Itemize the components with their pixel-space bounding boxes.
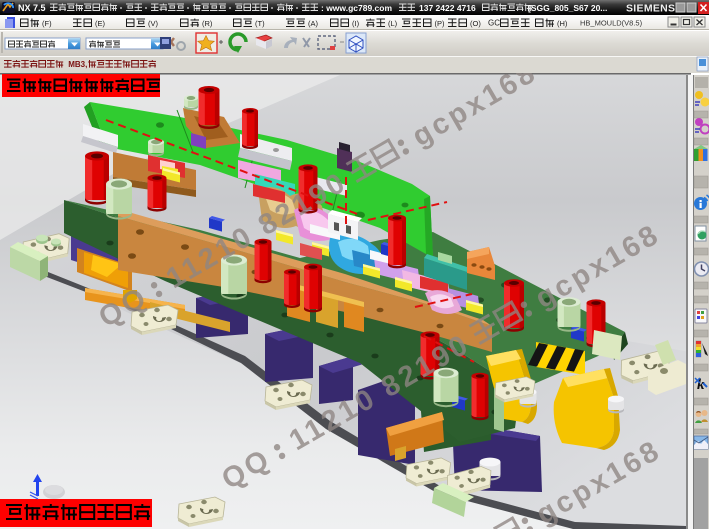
svg-text:(L): (L)	[388, 19, 398, 28]
svg-text:(O): (O)	[470, 19, 481, 28]
svg-text:(V): (V)	[148, 19, 159, 28]
svg-text:GC: GC	[488, 19, 500, 28]
svg-text:(F): (F)	[42, 19, 52, 28]
svg-text:(A): (A)	[308, 19, 319, 28]
svg-text:MB3,: MB3,	[68, 60, 87, 69]
svg-text:(P): (P)	[435, 19, 446, 28]
svg-text:(R): (R)	[202, 19, 213, 28]
svg-text:NX 7.5: NX 7.5	[18, 3, 46, 13]
svg-text:: www.gc789.com: : www.gc789.com	[321, 3, 392, 13]
svg-text:(T): (T)	[255, 19, 265, 28]
svg-text:(H): (H)	[557, 19, 568, 28]
svg-text:(E): (E)	[95, 19, 106, 28]
svg-text:HB_MOULD(V8.5): HB_MOULD(V8.5)	[580, 19, 643, 28]
svg-text:[SGG_805_S67 20...: [SGG_805_S67 20...	[528, 3, 607, 13]
svg-text:(I): (I)	[352, 19, 360, 28]
svg-text:137 2422 4716: 137 2422 4716	[419, 3, 476, 13]
svg-text:SIEMENS: SIEMENS	[626, 3, 675, 15]
